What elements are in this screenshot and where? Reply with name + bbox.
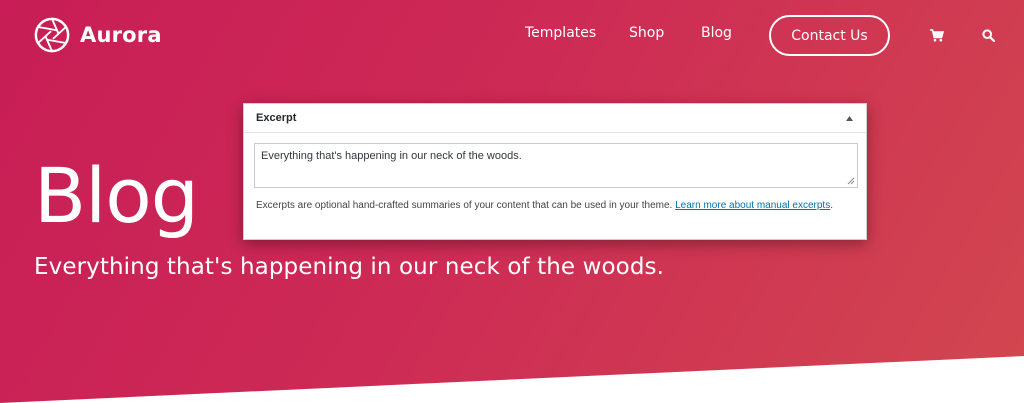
- main-nav: Templates Shop Blog Contact Us: [0, 14, 1024, 58]
- excerpt-panel-header[interactable]: Excerpt: [244, 104, 866, 133]
- collapse-arrow-icon[interactable]: [844, 113, 854, 123]
- nav-item-templates[interactable]: Templates: [525, 25, 596, 41]
- cart-icon: [930, 28, 944, 41]
- excerpt-heading: Excerpt: [256, 112, 297, 124]
- cart-button[interactable]: [929, 27, 945, 43]
- excerpt-value: Everything that's happening in our neck …: [261, 150, 522, 162]
- nav-item-shop[interactable]: Shop: [629, 25, 664, 41]
- contact-us-button[interactable]: Contact Us: [769, 15, 890, 56]
- excerpt-textarea[interactable]: Everything that's happening in our neck …: [254, 143, 858, 188]
- page-title: Blog: [34, 151, 199, 240]
- excerpt-panel: Excerpt Everything that's happening in o…: [243, 103, 867, 240]
- learn-more-link[interactable]: Learn more about manual excerpts: [675, 200, 830, 211]
- search-icon: [981, 28, 995, 42]
- excerpt-help-text: Excerpts are optional hand-crafted summa…: [256, 198, 856, 213]
- hero-section: Aurora Templates Shop Blog Contact Us Bl…: [0, 0, 1024, 403]
- page-tagline: Everything that's happening in our neck …: [34, 254, 665, 280]
- excerpt-help-description: Excerpts are optional hand-crafted summa…: [256, 200, 673, 211]
- contact-us-label: Contact Us: [791, 27, 868, 44]
- resize-handle-icon[interactable]: [847, 177, 855, 185]
- excerpt-help-suffix: .: [830, 200, 833, 211]
- search-button[interactable]: [980, 27, 996, 43]
- nav-item-blog[interactable]: Blog: [701, 25, 732, 41]
